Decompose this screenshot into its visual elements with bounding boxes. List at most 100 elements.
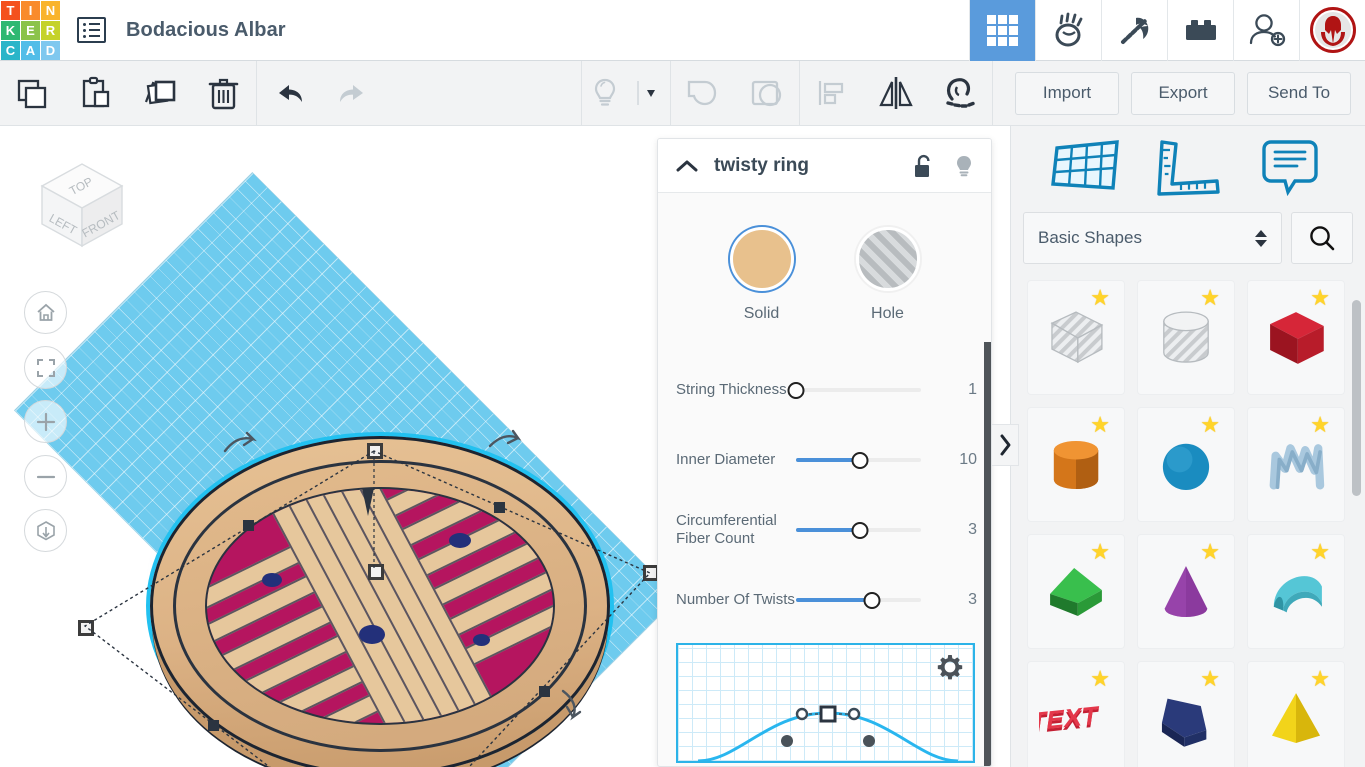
logo-letter: N [41, 0, 60, 20]
home-icon [36, 303, 55, 321]
redo-arrow-icon [339, 85, 363, 102]
tinkercad-logo[interactable]: T I N K E R C A D [0, 0, 62, 61]
shape-item-box-hole[interactable]: ★ [1027, 280, 1125, 395]
slider-value: 3 [968, 591, 977, 608]
corner-handle-se[interactable] [539, 686, 550, 697]
slider-knob[interactable] [863, 591, 881, 609]
shape-item-polygon[interactable]: ★ [1137, 661, 1235, 767]
slider-knob[interactable] [851, 451, 869, 469]
paste-button[interactable] [64, 61, 128, 126]
parameter-sliders: String Thickness 1 Inner Diameter 10 Cir… [658, 335, 991, 635]
import-button[interactable]: Import [1015, 71, 1120, 115]
resize-handle-left[interactable] [78, 620, 94, 636]
redo-button[interactable] [321, 61, 385, 126]
shape-search-button[interactable] [1291, 212, 1353, 264]
slider-label: Circumferential Fiber Count [676, 512, 777, 547]
slider-value: 10 [959, 451, 977, 468]
undo-button[interactable] [257, 61, 321, 126]
arrange-tool-group [800, 61, 992, 126]
magnet-button[interactable] [928, 61, 992, 126]
slider-track-area[interactable] [796, 520, 935, 540]
align-button[interactable] [800, 61, 864, 126]
shape-item-cone[interactable]: ★ [1137, 534, 1235, 649]
hole-box-shape [1050, 310, 1104, 363]
unlock-icon[interactable] [913, 153, 935, 179]
slider-knob[interactable] [851, 521, 869, 539]
minecraft-button[interactable] [1101, 0, 1167, 61]
corner-handle-nw[interactable] [243, 520, 254, 531]
corner-handle-sw[interactable] [208, 720, 219, 731]
shape-item-box[interactable]: ★ [1247, 280, 1345, 395]
zoom-out-button[interactable] [24, 455, 67, 498]
light-toggle-button[interactable] [582, 61, 628, 126]
account-avatar-button[interactable] [1299, 0, 1365, 61]
invite-button[interactable] [1233, 0, 1299, 61]
logo-letter: R [41, 20, 60, 40]
chevron-updown-icon [1255, 229, 1267, 247]
zoom-in-button[interactable] [24, 400, 67, 443]
shape-curve-editor[interactable] [676, 643, 975, 763]
view-cube[interactable]: TOP LEFT FRONT [22, 148, 140, 258]
slider-row: Number Of Twists 3 [676, 565, 977, 635]
star-icon: ★ [1310, 666, 1330, 691]
slider-track-area[interactable] [787, 380, 935, 400]
send-to-button[interactable]: Send To [1247, 71, 1352, 115]
hole-swatch[interactable] [855, 227, 920, 291]
top-bar-actions [969, 0, 1365, 61]
chevron-up-icon[interactable] [674, 156, 700, 176]
ruler-button[interactable] [1149, 136, 1227, 203]
solid-hole-selector: Solid Hole [658, 193, 991, 335]
pickaxe-icon [1120, 17, 1148, 44]
fit-to-view-button[interactable] [24, 346, 67, 389]
shapes-scrollbar[interactable] [1352, 300, 1361, 496]
notes-button[interactable] [1251, 136, 1329, 203]
roof-shape [1273, 575, 1322, 612]
shape-item-wedge[interactable]: ★ [1027, 534, 1125, 649]
resize-handle-top[interactable] [367, 443, 383, 459]
copy-button[interactable] [0, 61, 64, 126]
ortho-perspective-toggle-button[interactable] [24, 509, 67, 552]
shape-item-roof[interactable]: ★ [1247, 534, 1345, 649]
group-button[interactable] [671, 61, 735, 126]
designs-grid-button[interactable] [969, 0, 1035, 61]
circuits-button[interactable] [1035, 0, 1101, 61]
lightbulb-icon[interactable] [953, 153, 975, 179]
panel-collapse-toggle[interactable] [992, 424, 1019, 466]
slider-label: Number Of Twists [676, 591, 795, 609]
workplane-button[interactable] [1047, 136, 1125, 203]
lattice-pie-model[interactable] [150, 436, 610, 767]
slider-track-area[interactable] [796, 450, 935, 470]
delete-button[interactable] [192, 61, 256, 126]
shape-category-select[interactable]: Basic Shapes [1023, 212, 1282, 264]
list-menu-icon[interactable] [62, 0, 120, 61]
shape-item-cylinder-hole[interactable]: ★ [1137, 280, 1235, 395]
grid-3x3-icon [987, 14, 1018, 46]
properties-scrollbar[interactable] [984, 342, 991, 766]
wedge-shape [1050, 567, 1102, 616]
ungroup-shapes-icon [751, 80, 782, 107]
star-icon: ★ [1310, 539, 1330, 564]
light-dropdown-button[interactable] [628, 61, 670, 126]
shape-item-scribble[interactable]: ★ [1247, 407, 1345, 522]
home-view-button[interactable] [24, 291, 67, 334]
star-icon: ★ [1310, 285, 1330, 310]
export-button[interactable]: Export [1131, 71, 1236, 115]
shape-item-text[interactable]: ★ TEXT TEXT [1027, 661, 1125, 767]
shape-item-sphere[interactable]: ★ [1137, 407, 1235, 522]
corner-handle-ne[interactable] [494, 502, 505, 513]
duplicate-button[interactable] [128, 61, 192, 126]
ungroup-button[interactable] [735, 61, 799, 126]
shape-item-cylinder[interactable]: ★ [1027, 407, 1125, 522]
solid-option[interactable]: Solid [729, 227, 794, 323]
hole-option[interactable]: Hole [855, 227, 920, 323]
height-handle-center[interactable] [368, 564, 384, 580]
shape-item-pyramid[interactable]: ★ [1247, 661, 1345, 767]
scribble-shape [1269, 443, 1325, 490]
mirror-button[interactable] [864, 61, 928, 126]
solid-color-swatch[interactable] [729, 227, 794, 291]
blocks-button[interactable] [1167, 0, 1233, 61]
shape-name-label: twisty ring [714, 154, 810, 176]
group-tool-group [671, 61, 799, 126]
slider-knob[interactable] [787, 381, 805, 399]
slider-track-area[interactable] [796, 590, 935, 610]
